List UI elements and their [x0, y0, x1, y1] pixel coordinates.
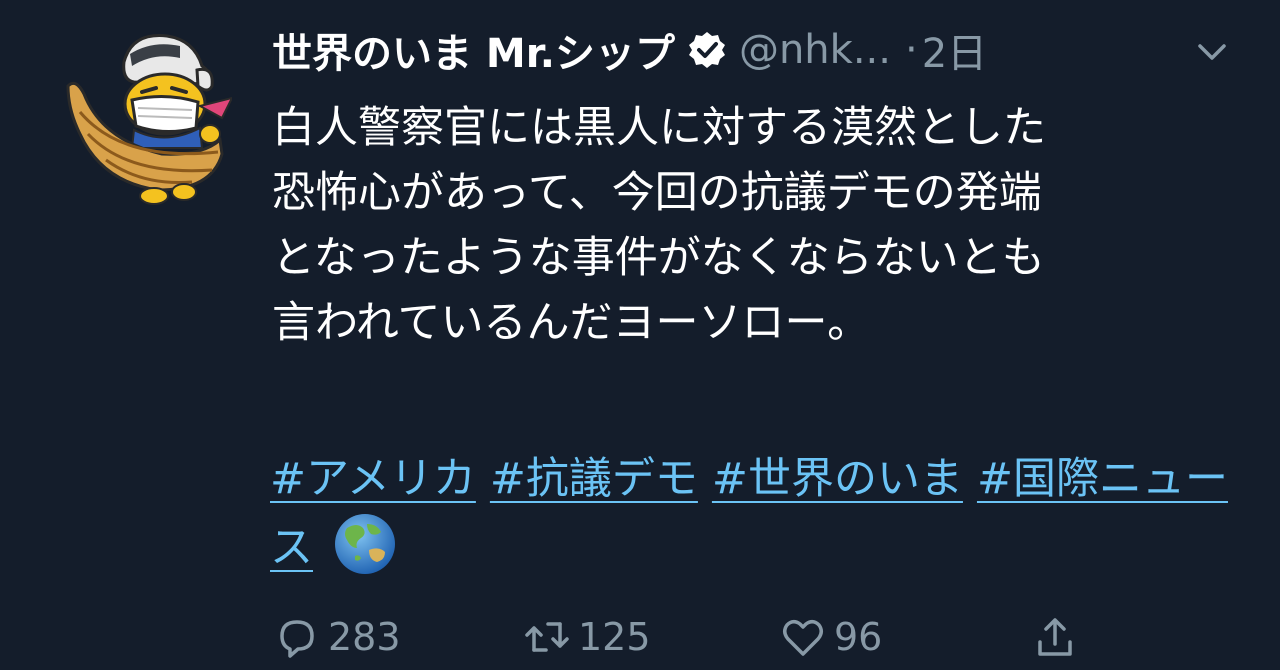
reply-count: 283 [328, 615, 401, 659]
like-count: 96 [834, 615, 883, 659]
tweet-actions: 283 125 96 [272, 610, 1232, 664]
share-icon [1038, 618, 1072, 656]
ship-mascot-icon [66, 34, 234, 205]
retweet-button[interactable]: 125 [522, 610, 651, 664]
reply-button[interactable]: 283 [272, 610, 401, 664]
handle[interactable]: @nhk... [739, 27, 891, 73]
hashtag-link[interactable]: #アメリカ [270, 454, 476, 504]
chevron-down-icon[interactable] [1192, 32, 1232, 72]
reply-icon [280, 620, 314, 658]
tweet: 世界のいま Mr.シップ @nhk... · 2日 白人警察官には黒人に対する漠… [0, 0, 1280, 670]
timestamp[interactable]: 2日 [922, 21, 987, 79]
display-name[interactable]: 世界のいま Mr.シップ [272, 21, 675, 79]
verified-badge-icon [688, 32, 725, 68]
tweet-header: 世界のいま Mr.シップ @nhk... · 2日 [272, 18, 1242, 82]
like-button[interactable]: 96 [778, 610, 882, 664]
separator-dot: · [904, 27, 918, 73]
tweet-text: 白人警察官には黒人に対する漠然とした 恐怖心があって、今回の抗議デモの発端 とな… [272, 103, 1046, 348]
avatar[interactable] [62, 22, 234, 207]
hashtag-link[interactable]: #世界のいま [712, 454, 963, 504]
retweet-icon [525, 622, 569, 652]
retweet-count: 125 [578, 615, 651, 659]
hashtag-link[interactable]: #抗議デモ [490, 454, 698, 504]
globe-emoji-icon [335, 514, 395, 574]
hashtags: #アメリカ #抗議デモ #世界のいま #国際ニュース [270, 446, 1230, 581]
heart-icon [783, 620, 823, 656]
share-button[interactable] [1030, 610, 1080, 664]
